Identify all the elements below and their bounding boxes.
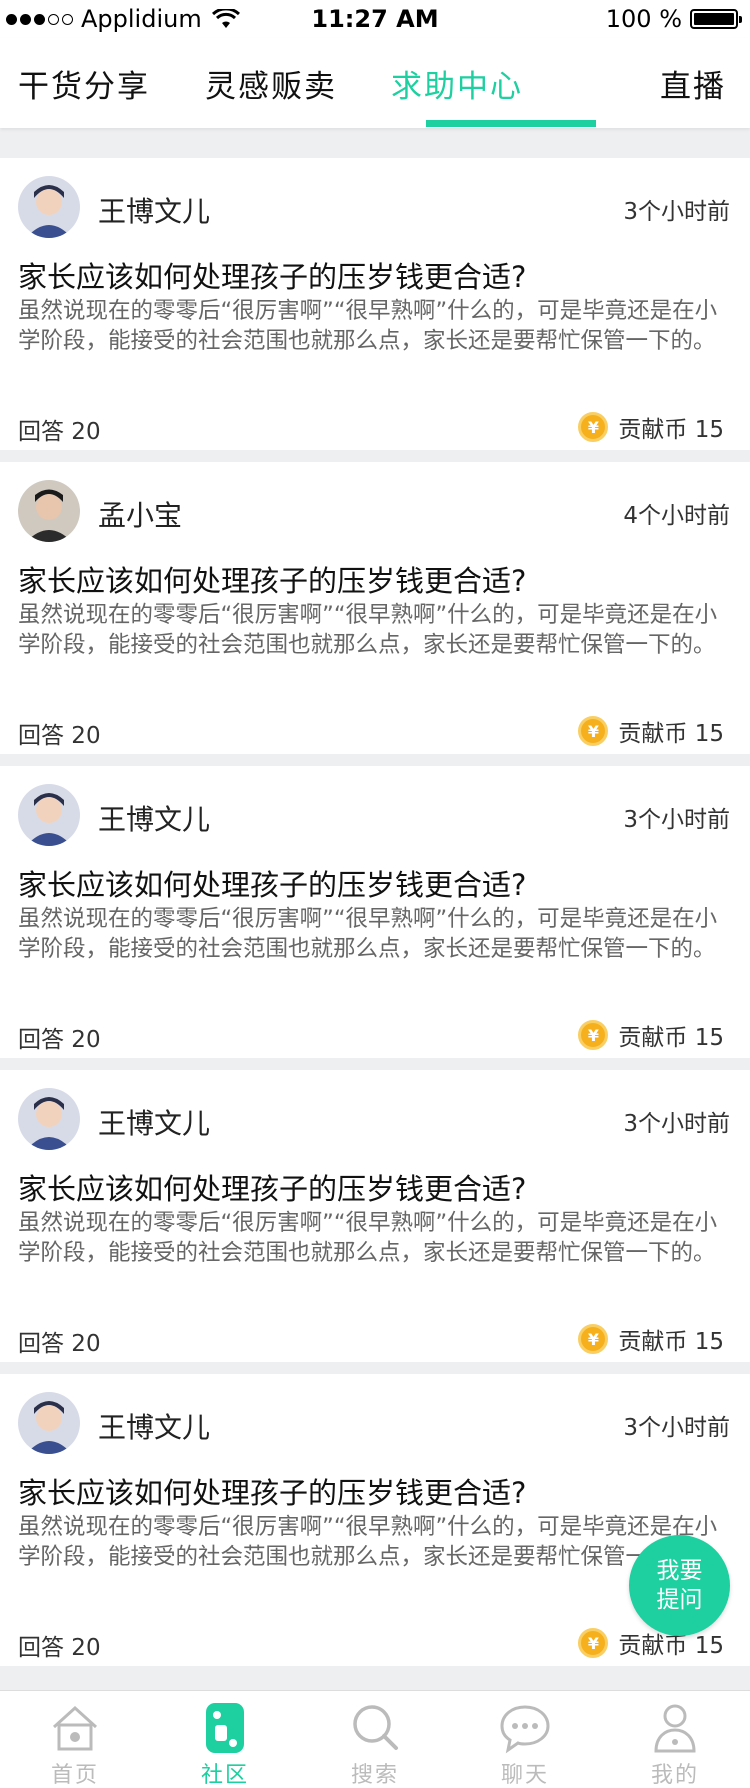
question-title[interactable]: 家长应该如何处理孩子的压岁钱更合适?: [18, 862, 526, 904]
tab-dry-goods[interactable]: 干货分享: [18, 38, 150, 128]
nav-label: 我的: [650, 1763, 699, 1788]
battery-percent: 100 %: [605, 5, 682, 33]
coin-icon: ¥: [578, 716, 609, 746]
reward: ¥ 贡献币 15: [578, 1626, 724, 1660]
avatar[interactable]: [18, 1392, 80, 1454]
ask-button-line1: 我要: [656, 1557, 703, 1584]
post-time: 3个小时前: [623, 199, 730, 225]
home-icon: [52, 1705, 98, 1751]
nav-label: 搜索: [350, 1763, 399, 1788]
battery-icon: [690, 9, 742, 29]
question-body: 虽然说现在的零零后“很厉害啊”“很早熟啊”什么的，可是毕竟还是在小学阶段，能接受…: [18, 1210, 718, 1266]
reward: ¥ 贡献币 15: [578, 1018, 724, 1052]
nav-search[interactable]: 搜索: [300, 1691, 450, 1788]
avatar[interactable]: [18, 1088, 80, 1150]
question-body: 虽然说现在的零零后“很厉害啊”“很早熟啊”什么的，可是毕竟还是在小学阶段，能接受…: [18, 602, 718, 658]
question-card[interactable]: 孟小宝 4个小时前 家长应该如何处理孩子的压岁钱更合适? 虽然说现在的零零后“很…: [0, 462, 750, 754]
reward-amount: 贡献币 15: [618, 721, 724, 747]
profile-icon: [654, 1704, 696, 1753]
answer-count: 回答 20: [18, 419, 101, 445]
nav-chat[interactable]: 聊天: [450, 1691, 600, 1788]
reward-amount: 贡献币 15: [618, 417, 724, 443]
question-title[interactable]: 家长应该如何处理孩子的压岁钱更合适?: [18, 1470, 526, 1512]
post-time: 3个小时前: [623, 1111, 730, 1137]
nav-label: 首页: [50, 1763, 99, 1788]
nav-label: 聊天: [500, 1763, 549, 1788]
question-card[interactable]: 王博文儿 3个小时前 家长应该如何处理孩子的压岁钱更合适? 虽然说现在的零零后“…: [0, 158, 750, 450]
reward-amount: 贡献币 15: [618, 1329, 724, 1355]
question-body: 虽然说现在的零零后“很厉害啊”“很早熟啊”什么的，可是毕竟还是在小学阶段，能接受…: [18, 1514, 718, 1570]
active-tab-indicator: [426, 120, 596, 127]
avatar[interactable]: [18, 176, 80, 238]
tab-help-center[interactable]: 求助中心: [391, 38, 523, 128]
author-name[interactable]: 王博文儿: [98, 798, 210, 838]
coin-icon: ¥: [578, 1020, 609, 1050]
question-card[interactable]: 王博文儿 3个小时前 家长应该如何处理孩子的压岁钱更合适? 虽然说现在的零零后“…: [0, 1374, 750, 1666]
post-time: 3个小时前: [623, 1415, 730, 1441]
author-name[interactable]: 孟小宝: [98, 494, 182, 534]
question-body: 虽然说现在的零零后“很厉害啊”“很早熟啊”什么的，可是毕竟还是在小学阶段，能接受…: [18, 906, 718, 962]
chat-icon: [500, 1705, 550, 1754]
nav-home[interactable]: 首页: [0, 1691, 150, 1788]
avatar[interactable]: [18, 480, 80, 542]
reward: ¥ 贡献币 15: [578, 410, 724, 444]
answer-count: 回答 20: [18, 1331, 101, 1357]
question-title[interactable]: 家长应该如何处理孩子的压岁钱更合适?: [18, 1166, 526, 1208]
question-card[interactable]: 王博文儿 3个小时前 家长应该如何处理孩子的压岁钱更合适? 虽然说现在的零零后“…: [0, 766, 750, 1058]
tab-inspiration[interactable]: 灵感贩卖: [205, 38, 337, 128]
coin-icon: ¥: [578, 1324, 609, 1354]
author-name[interactable]: 王博文儿: [98, 1102, 210, 1142]
avatar[interactable]: [18, 784, 80, 846]
question-card[interactable]: 王博文儿 3个小时前 家长应该如何处理孩子的压岁钱更合适? 虽然说现在的零零后“…: [0, 1070, 750, 1362]
tab-live[interactable]: 直播: [660, 38, 726, 128]
nav-label: 社区: [200, 1763, 249, 1788]
answer-count: 回答 20: [18, 1635, 101, 1661]
post-time: 4个小时前: [623, 503, 730, 529]
nav-community[interactable]: 社区: [150, 1691, 300, 1788]
reward-amount: 贡献币 15: [618, 1025, 724, 1051]
community-icon: [206, 1703, 244, 1753]
question-title[interactable]: 家长应该如何处理孩子的压岁钱更合适?: [18, 254, 526, 296]
ask-button-line2: 提问: [656, 1586, 703, 1613]
reward: ¥ 贡献币 15: [578, 1322, 724, 1356]
author-name[interactable]: 王博文儿: [98, 190, 210, 230]
bottom-nav: 首页 社区 搜索 聊天 我的: [0, 1690, 750, 1788]
ask-question-button[interactable]: 我要 提问: [629, 1535, 730, 1636]
coin-icon: ¥: [578, 412, 609, 442]
question-title[interactable]: 家长应该如何处理孩子的压岁钱更合适?: [18, 558, 526, 600]
search-icon: [353, 1705, 398, 1750]
coin-icon: ¥: [578, 1628, 609, 1658]
nav-profile[interactable]: 我的: [600, 1691, 750, 1788]
category-tabs: 干货分享 灵感贩卖 求助中心 直播: [0, 38, 750, 128]
status-bar: Applidium 11:27 AM 100 %: [0, 0, 750, 38]
reward: ¥ 贡献币 15: [578, 714, 724, 748]
question-body: 虽然说现在的零零后“很厉害啊”“很早熟啊”什么的，可是毕竟还是在小学阶段，能接受…: [18, 298, 718, 354]
answer-count: 回答 20: [18, 723, 101, 749]
answer-count: 回答 20: [18, 1027, 101, 1053]
post-time: 3个小时前: [623, 807, 730, 833]
author-name[interactable]: 王博文儿: [98, 1406, 210, 1446]
